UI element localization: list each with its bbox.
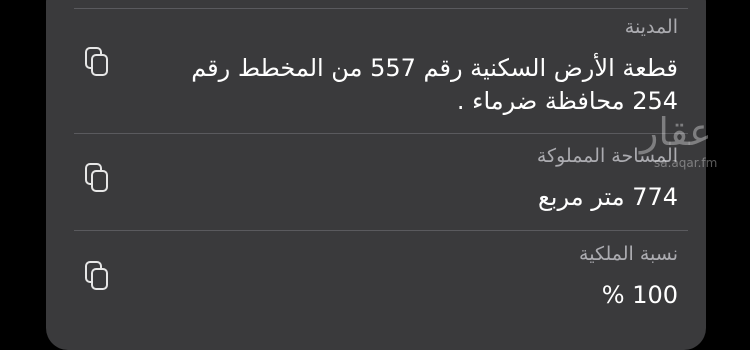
divider <box>74 133 688 134</box>
city-value: قطعة الأرض السكنية رقم 557 من المخطط رقم… <box>191 54 678 115</box>
city-label: المدينة <box>624 16 678 38</box>
copy-icon[interactable] <box>84 260 110 292</box>
copy-icon[interactable] <box>84 162 110 194</box>
divider <box>74 8 688 9</box>
area-value: 774 متر مربع <box>538 183 678 211</box>
area-label: المساحة المملوكة <box>536 145 678 167</box>
ownership-value: 100 % <box>601 281 678 309</box>
copy-icon[interactable] <box>84 46 110 78</box>
ownership-label: نسبة الملكية <box>579 243 678 265</box>
divider <box>74 230 688 231</box>
